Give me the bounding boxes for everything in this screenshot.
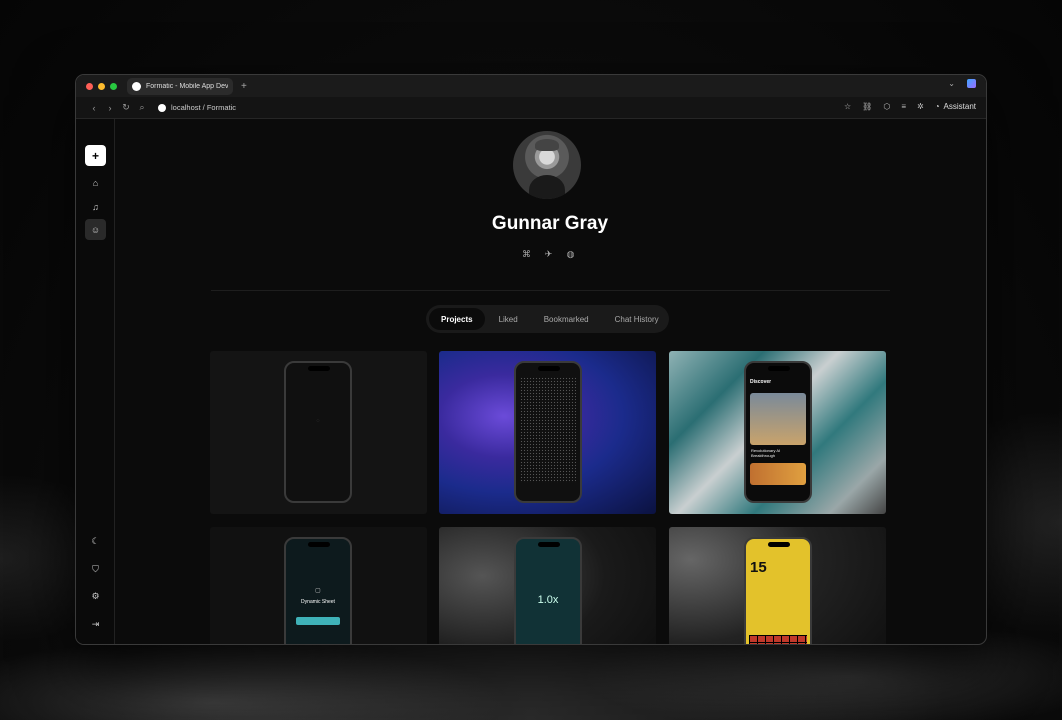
tab-bookmarked[interactable]: Bookmarked	[532, 308, 601, 330]
project-card[interactable]: 1.0x	[439, 527, 656, 644]
github-icon[interactable]: ⌘	[522, 250, 531, 259]
chevron-down-icon[interactable]: ⌄	[948, 79, 955, 88]
dot-grid	[520, 377, 576, 483]
article-headline: Revolutionary AI Breakthrough	[751, 448, 781, 458]
app-area: + ⌂ ♫ ☺ ☾ ⛉ ⚙ ⇥ Gunnar Gray ⌘ ✈ ◍ Projec…	[76, 119, 986, 644]
microphone-icon[interactable]: ⌕	[134, 102, 150, 113]
privacy-button[interactable]: ⛉	[85, 559, 106, 580]
star-icon[interactable]: ☆	[844, 102, 851, 111]
tab-bar: Formatic - Mobile App Deve + ⌄	[76, 75, 986, 97]
moon-icon: ☾	[91, 536, 100, 546]
project-card[interactable]	[439, 351, 656, 514]
phone-mockup	[514, 361, 582, 503]
url-field[interactable]: localhost / Formatic	[158, 103, 236, 112]
profile-tabs: Projects Liked Bookmarked Chat History	[426, 305, 669, 333]
menu-icon[interactable]: ≡	[901, 102, 906, 111]
assistant-icon: ◔	[934, 102, 940, 111]
new-project-button[interactable]: +	[85, 145, 106, 166]
tab-liked[interactable]: Liked	[487, 308, 530, 330]
extension-icon[interactable]	[967, 79, 976, 88]
phone-mockup: ▢ Dynamic Sheet	[284, 537, 352, 644]
puzzle-icon[interactable]: ⬡	[883, 102, 890, 111]
phone-placeholder-icon: ◌	[316, 418, 320, 424]
assistant-button[interactable]: ◔ Assistant	[935, 102, 976, 111]
speed-value: 1.0x	[537, 594, 559, 606]
back-icon[interactable]: ‹	[86, 103, 102, 113]
close-window-button[interactable]	[86, 82, 93, 90]
window-controls	[86, 82, 117, 90]
plus-icon: +	[91, 148, 99, 163]
social-links: ⌘ ✈ ◍	[522, 250, 575, 259]
sparkle-icon[interactable]: ✲	[917, 102, 924, 111]
theme-toggle-button[interactable]: ☾	[85, 531, 106, 552]
profile-name: Gunnar Gray	[491, 213, 609, 234]
link-icon[interactable]: ⛓	[862, 102, 872, 111]
phone-mockup: 15	[744, 537, 812, 644]
maximize-window-button[interactable]	[110, 82, 117, 90]
reload-icon[interactable]: ↻	[118, 102, 134, 113]
browser-window: Formatic - Mobile App Deve + ⌄ ‹ › ↻ ⌕ l…	[75, 74, 987, 645]
phone-mockup: ◌	[284, 361, 352, 503]
assistant-label: Assistant	[943, 102, 976, 111]
sidebar-item-home[interactable]: ⌂	[85, 172, 106, 193]
sidebar-item-profile[interactable]: ☺	[85, 219, 106, 240]
profile-page: Gunnar Gray ⌘ ✈ ◍ Projects Liked Bookmar…	[115, 119, 986, 644]
browser-tab[interactable]: Formatic - Mobile App Deve	[127, 77, 233, 95]
sheet-icon: ▢	[315, 588, 321, 594]
bell-icon: ♫	[92, 201, 99, 212]
phone-action-button	[296, 617, 340, 625]
settings-button[interactable]: ⚙	[85, 586, 106, 607]
sidebar-item-notifications[interactable]: ♫	[85, 196, 106, 217]
tab-favicon-icon	[132, 81, 141, 91]
shield-icon: ⛉	[92, 564, 99, 574]
logout-button[interactable]: ⇥	[85, 614, 106, 635]
avatar	[513, 131, 581, 199]
tab-chat-history[interactable]: Chat History	[603, 308, 671, 330]
forward-icon[interactable]: ›	[102, 103, 118, 113]
minimize-window-button[interactable]	[98, 82, 105, 90]
project-card[interactable]: ◌	[210, 351, 427, 514]
sidebar: + ⌂ ♫ ☺ ☾ ⛉ ⚙ ⇥	[76, 119, 115, 644]
tab-title: Formatic - Mobile App Deve	[146, 82, 228, 90]
phone-mockup: Discover Revolutionary AI Breakthrough	[744, 361, 812, 503]
home-icon: ⌂	[92, 177, 99, 188]
gear-icon: ⚙	[91, 591, 100, 601]
project-card[interactable]: 15	[669, 527, 886, 644]
globe-icon[interactable]: ◍	[566, 250, 575, 259]
article-image	[750, 393, 806, 445]
divider	[211, 290, 890, 291]
date-value: 15	[750, 559, 767, 576]
phone-title: Dynamic Sheet	[301, 599, 335, 605]
calendar-grid	[749, 635, 807, 644]
twitter-icon[interactable]: ✈	[544, 250, 553, 259]
project-card[interactable]: ▢ Dynamic Sheet	[210, 527, 427, 644]
phone-mockup: 1.0x	[514, 537, 582, 644]
tab-projects[interactable]: Projects	[429, 308, 485, 330]
address-bar: ‹ › ↻ ⌕ localhost / Formatic ☆ ⛓ ⬡ ≡ ✲ ◔…	[76, 97, 986, 119]
user-icon: ☺	[90, 224, 101, 235]
site-icon	[158, 103, 166, 112]
new-tab-button[interactable]: +	[241, 81, 247, 92]
url-text: localhost / Formatic	[171, 103, 237, 112]
project-card[interactable]: Discover Revolutionary AI Breakthrough	[669, 351, 886, 514]
article-image	[750, 463, 806, 485]
logout-icon: ⇥	[91, 619, 100, 629]
phone-title: Discover	[750, 379, 772, 385]
